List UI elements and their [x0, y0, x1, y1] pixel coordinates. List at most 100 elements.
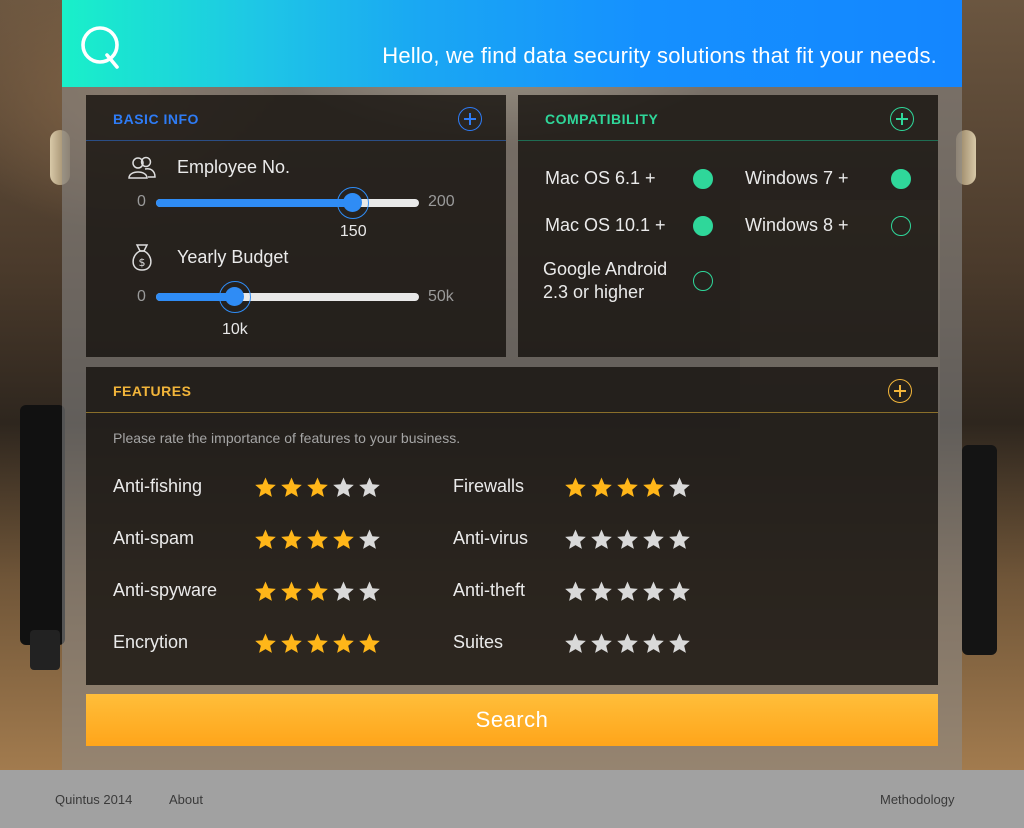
feature-label: Encrytion: [113, 632, 189, 652]
star-icon[interactable]: [564, 632, 587, 655]
feature-label: Firewalls: [453, 476, 525, 496]
star-icon[interactable]: [306, 580, 329, 603]
os-option-label: Mac OS 6.1 +: [545, 168, 656, 188]
feature-rating[interactable]: [254, 528, 381, 551]
background-chair: [20, 405, 65, 645]
feature-label: Anti-spyware: [113, 580, 218, 600]
feature-label: Anti-fishing: [113, 476, 203, 496]
tagline: Hello, we find data security solutions t…: [382, 43, 937, 68]
basic-info-header: BASIC INFO: [86, 95, 506, 141]
logo-q-icon: [81, 26, 119, 69]
star-icon[interactable]: [358, 632, 381, 655]
feature-rating[interactable]: [254, 632, 381, 655]
star-icon[interactable]: [332, 476, 355, 499]
search-button[interactable]: Search: [86, 694, 938, 746]
star-icon[interactable]: [668, 528, 691, 551]
os-option-checkbox[interactable]: [693, 169, 713, 189]
star-icon[interactable]: [306, 632, 329, 655]
footer-brand-link[interactable]: Quintus 2014: [55, 792, 132, 807]
star-icon[interactable]: [254, 476, 277, 499]
star-icon[interactable]: [668, 476, 691, 499]
star-icon[interactable]: [616, 632, 639, 655]
budget-slider-track[interactable]: [156, 293, 419, 301]
employee-min: 0: [137, 193, 146, 210]
star-icon[interactable]: [642, 580, 665, 603]
compatibility-header: COMPATIBILITY: [518, 95, 938, 141]
star-icon[interactable]: [306, 528, 329, 551]
star-icon[interactable]: [564, 580, 587, 603]
budget-min: 0: [137, 288, 146, 305]
os-option-label: Windows 8 +: [745, 215, 849, 235]
features-title: FEATURES: [113, 383, 192, 399]
star-icon[interactable]: [616, 528, 639, 551]
feature-rating[interactable]: [564, 632, 691, 655]
feature-label: Anti-theft: [453, 580, 526, 600]
star-icon[interactable]: [280, 580, 303, 603]
feature-rating[interactable]: [564, 528, 691, 551]
feature-rating[interactable]: [564, 580, 691, 603]
money-bag-icon: $: [132, 244, 152, 271]
basic-info-title: BASIC INFO: [113, 111, 199, 127]
feature-rating[interactable]: [254, 476, 381, 499]
os-option-checkbox[interactable]: [891, 216, 911, 236]
feature-rating[interactable]: [564, 476, 691, 499]
employee-slider-track[interactable]: [156, 199, 419, 207]
star-icon[interactable]: [280, 476, 303, 499]
features-hint: Please rate the importance of features t…: [113, 430, 461, 446]
employee-label: Employee No.: [177, 157, 291, 177]
star-icon[interactable]: [254, 580, 277, 603]
employee-slider-fill: [156, 199, 354, 207]
feature-label: Suites: [453, 632, 504, 652]
star-icon[interactable]: [358, 528, 381, 551]
star-icon[interactable]: [642, 476, 665, 499]
star-icon[interactable]: [668, 580, 691, 603]
employee-slider-handle[interactable]: [337, 187, 370, 219]
basic-info-panel: BASIC INFO Employee No. 0 200 150 $ Year…: [86, 95, 506, 357]
star-icon[interactable]: [616, 580, 639, 603]
footer: Quintus 2014 About Methodology: [0, 770, 1024, 828]
budget-value: 10k: [221, 321, 248, 338]
budget-slider-handle[interactable]: [218, 281, 251, 313]
star-icon[interactable]: [254, 632, 277, 655]
star-icon[interactable]: [254, 528, 277, 551]
star-icon[interactable]: [590, 528, 613, 551]
features-header: FEATURES: [86, 367, 938, 413]
people-icon: [128, 156, 156, 179]
employee-max: 200: [428, 193, 455, 210]
os-option-checkbox[interactable]: [693, 216, 713, 236]
star-icon[interactable]: [642, 528, 665, 551]
feature-rating[interactable]: [254, 580, 381, 603]
star-icon[interactable]: [590, 632, 613, 655]
budget-label: Yearly Budget: [177, 247, 289, 267]
star-icon[interactable]: [306, 476, 329, 499]
os-option-label: Mac OS 10.1 +: [545, 215, 666, 235]
star-icon[interactable]: [358, 476, 381, 499]
svg-text:$: $: [139, 256, 146, 269]
star-icon[interactable]: [280, 528, 303, 551]
basic-info-expand-button[interactable]: [458, 107, 482, 131]
footer-methodology-link[interactable]: Methodology: [880, 792, 954, 807]
star-icon[interactable]: [590, 476, 613, 499]
features-expand-button[interactable]: [888, 379, 912, 403]
footer-about-link[interactable]: About: [169, 792, 203, 807]
star-icon[interactable]: [564, 528, 587, 551]
star-icon[interactable]: [668, 632, 691, 655]
star-icon[interactable]: [280, 632, 303, 655]
star-icon[interactable]: [616, 476, 639, 499]
os-option-label: Windows 7 +: [745, 168, 849, 188]
star-icon[interactable]: [332, 632, 355, 655]
compatibility-panel: COMPATIBILITY Mac OS 6.1 + Windows 7 + M…: [518, 95, 938, 357]
star-icon[interactable]: [564, 476, 587, 499]
feature-label: Anti-spam: [113, 528, 195, 548]
star-icon[interactable]: [332, 580, 355, 603]
employee-value: 150: [339, 223, 367, 240]
features-panel: FEATURES Please rate the importance of f…: [86, 367, 938, 685]
star-icon[interactable]: [590, 580, 613, 603]
background-chair: [962, 445, 997, 655]
star-icon[interactable]: [332, 528, 355, 551]
compatibility-expand-button[interactable]: [890, 107, 914, 131]
star-icon[interactable]: [642, 632, 665, 655]
star-icon[interactable]: [358, 580, 381, 603]
os-option-checkbox[interactable]: [693, 271, 713, 291]
os-option-checkbox[interactable]: [891, 169, 911, 189]
